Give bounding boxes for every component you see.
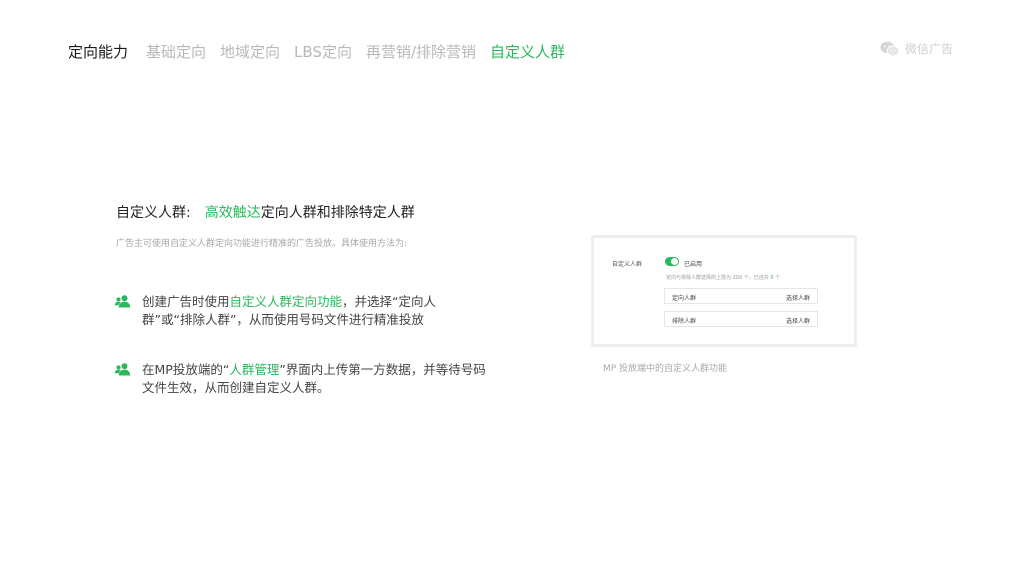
- bullet-item: 创建广告时使用自定义人群定向功能，并选择“定向人群”或“排除人群”，从而使用号码…: [114, 293, 486, 329]
- enable-toggle[interactable]: [665, 257, 679, 266]
- row-label: 定向人群: [672, 295, 697, 302]
- nav-item-remarketing[interactable]: 再营销/排除营销: [366, 41, 476, 62]
- hint-after: 个: [773, 275, 781, 281]
- wechat-icon: [880, 41, 900, 56]
- hint-before: 定向与排除人群选择的上限为 200 个，已选共: [666, 275, 771, 281]
- section-heading: 自定义人群: 高效触达定向人群和排除特定人群: [116, 202, 415, 222]
- bullet-text-before: 创建广告时使用: [142, 294, 230, 309]
- heading-prefix: 自定义人群:: [116, 205, 191, 221]
- select-audience-link[interactable]: 选择人群: [786, 316, 810, 325]
- nav-item-region-targeting[interactable]: 地域定向: [220, 41, 280, 62]
- nav-item-basic-targeting[interactable]: 基础定向: [146, 41, 206, 62]
- selection-hint: 定向与排除人群选择的上限为 200 个，已选共 0 个: [666, 274, 780, 281]
- bullet-item: 在MP投放端的“人群管理”界面内上传第一方数据，并等待号码文件生效，从而创建自定…: [114, 361, 486, 397]
- exclude-audience-row: 排除人群 选择人群: [664, 311, 818, 327]
- top-nav: 定向能力 基础定向 地域定向 LBS定向 再营销/排除营销 自定义人群: [68, 40, 579, 62]
- nav-title: 定向能力: [68, 42, 129, 61]
- brand-label: 微信广告: [905, 42, 954, 56]
- user-group-icon: [114, 293, 132, 329]
- card-label: 自定义人群: [612, 261, 643, 268]
- bullet-text: 创建广告时使用自定义人群定向功能，并选择“定向人群”或“排除人群”，从而使用号码…: [142, 293, 486, 329]
- section-subtitle: 广告主可使用自定义人群定向功能进行精准的广告投放。具体使用方法为:: [116, 239, 408, 249]
- toggle-status: 已启用: [684, 261, 703, 268]
- targeting-audience-row: 定向人群 选择人群: [664, 288, 818, 304]
- card-caption: MP 投放端中的自定义人群功能: [603, 364, 728, 374]
- bullet-text-highlight: 人群管理: [229, 362, 280, 377]
- bullet-text-highlight: 自定义人群定向功能: [229, 294, 343, 309]
- bullet-text-before: 在MP投放端的“: [142, 362, 230, 377]
- heading-rest: 定向人群和排除特定人群: [260, 205, 415, 221]
- user-group-icon: [114, 361, 132, 397]
- select-audience-link[interactable]: 选择人群: [786, 293, 810, 302]
- custom-audience-card: 自定义人群 已启用 定向与排除人群选择的上限为 200 个，已选共 0 个 定向…: [591, 235, 857, 347]
- row-label: 排除人群: [672, 318, 697, 325]
- nav-item-custom-audience[interactable]: 自定义人群: [490, 41, 565, 62]
- nav-item-lbs-targeting[interactable]: LBS定向: [294, 41, 352, 62]
- heading-highlight: 高效触达: [204, 205, 261, 221]
- brand-logo: 微信广告: [880, 40, 953, 57]
- bullet-text: 在MP投放端的“人群管理”界面内上传第一方数据，并等待号码文件生效，从而创建自定…: [142, 361, 486, 397]
